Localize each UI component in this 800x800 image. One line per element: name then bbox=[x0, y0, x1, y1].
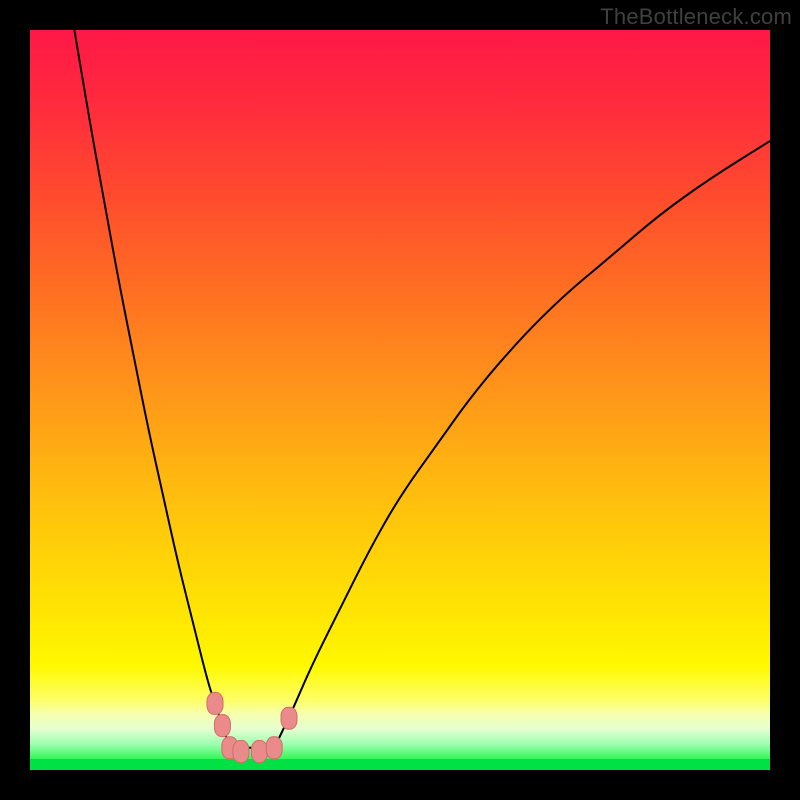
curve-marker bbox=[233, 741, 249, 763]
curve-marker bbox=[207, 692, 223, 714]
green-baseline-band bbox=[30, 759, 770, 770]
plot-area bbox=[30, 30, 770, 770]
chart-svg bbox=[30, 30, 770, 770]
watermark-text: TheBottleneck.com bbox=[600, 4, 792, 30]
curve-marker bbox=[266, 737, 282, 759]
gradient-background bbox=[30, 30, 770, 770]
chart-frame: TheBottleneck.com bbox=[0, 0, 800, 800]
curve-marker bbox=[251, 741, 267, 763]
curve-marker bbox=[214, 715, 230, 737]
curve-marker bbox=[281, 707, 297, 729]
